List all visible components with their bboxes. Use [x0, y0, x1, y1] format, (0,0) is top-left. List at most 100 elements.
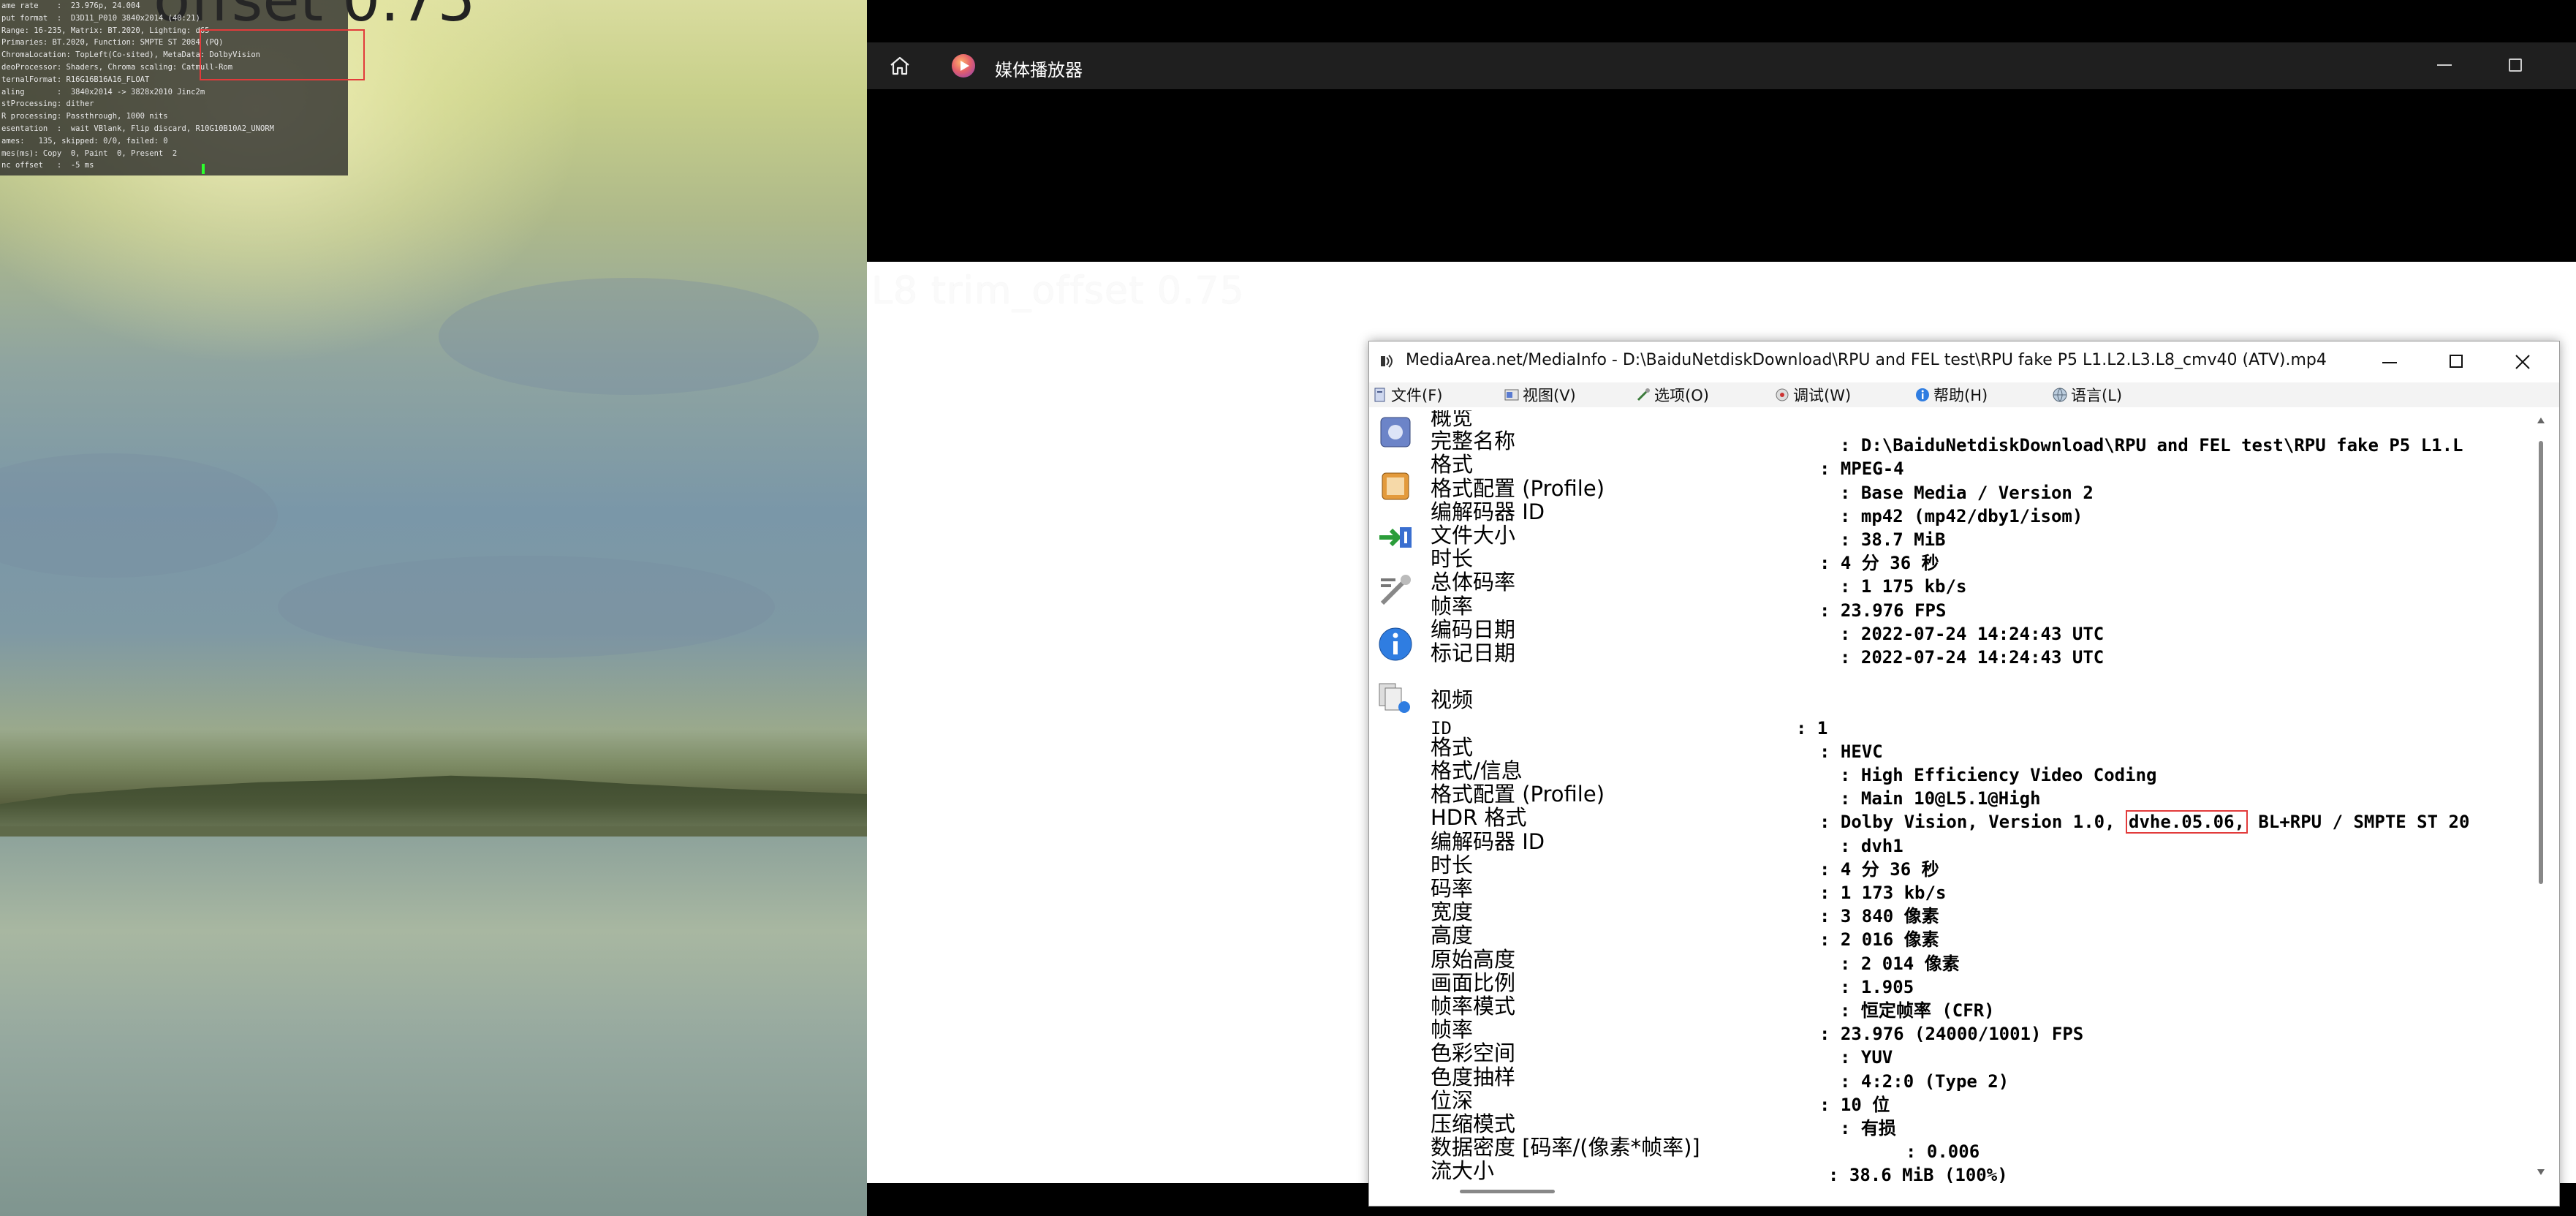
sheet-view-icon[interactable] [1375, 466, 1416, 507]
debug-line: R processing: Passthrough, 1000 nits [1, 112, 168, 121]
report-value-text: : 23.976 FPS [1819, 600, 1947, 621]
cloud [278, 556, 775, 658]
report-value: : 4 分 36 秒 [1819, 858, 1939, 881]
shoreline [0, 826, 867, 837]
report-value-text: : 4 分 36 秒 [1819, 858, 1939, 880]
debug-line: ames: 135, skipped: 0/0, failed: 0 [1, 136, 168, 146]
debug-line: stProcessing: dither [1, 99, 94, 109]
report-value-text: : 38.6 MiB (100%) [1828, 1165, 2008, 1185]
menu-file[interactable]: 文件(F) [1372, 385, 1442, 404]
report-value: : 3 840 像素 [1819, 905, 1939, 928]
report-key: 格式 [1431, 452, 1474, 477]
report-value: : 38.6 MiB (100%) [1828, 1163, 2008, 1185]
report-value: : 4 分 36 秒 [1819, 551, 1939, 575]
minimize-button[interactable] [2437, 64, 2452, 66]
scroll-down-arrow[interactable] [2537, 1169, 2545, 1175]
report-key: 画面比例 [1431, 970, 1516, 995]
export-icon[interactable] [1375, 517, 1416, 558]
language-icon [2053, 388, 2067, 402]
mediainfo-title: MediaArea.net/MediaInfo - D:\BaiduNetdis… [1406, 351, 2327, 369]
about-icon[interactable] [1375, 624, 1416, 665]
report-key: 编解码器 ID [1431, 828, 1545, 854]
section-title: 视频 [1431, 687, 1474, 713]
cloud [0, 453, 278, 578]
debug-line: put format : D3D11_P010 3840x2014 (40:21… [1, 13, 200, 23]
report-value: : 恒定帧率 (CFR) [1840, 999, 1995, 1022]
debug-highlight-box [200, 29, 365, 80]
report-key: 格式 [1431, 734, 1474, 760]
mediainfo-app-icon [1381, 355, 1393, 368]
report-value-text: : 1.905 [1840, 976, 1914, 997]
report-value-text: : 1 [1796, 717, 1828, 739]
menu-debug[interactable]: 调试(W) [1774, 385, 1851, 404]
report-value-text: : 恒定帧率 (CFR) [1840, 1000, 1995, 1021]
player-title: 媒体播放器 [995, 60, 1083, 80]
horizontal-scrollbar[interactable] [1460, 1190, 1555, 1193]
report-value: : dvh1 [1840, 834, 1903, 858]
close-icon[interactable] [2514, 353, 2531, 371]
report-value-text: : 4 分 36 秒 [1819, 553, 1939, 574]
report-key: 标记日期 [1431, 641, 1516, 665]
report-key: 帧率 [1431, 593, 1474, 619]
player-titlebar[interactable]: 媒体播放器 [867, 42, 2576, 89]
menu-help[interactable]: 帮助(H) [1914, 385, 1988, 404]
desktop-background [0, 0, 867, 1216]
report-key: 格式配置 (Profile) [1431, 475, 1605, 501]
report-value: : D:\BaiduNetdiskDownload\RPU and FEL te… [1840, 434, 2463, 457]
report-value-text: : 23.976 (24000/1001) FPS [1819, 1024, 2084, 1045]
menu-help-label: 帮助(H) [1933, 387, 1988, 404]
report-key: 完整名称 [1431, 428, 1516, 454]
preferences-icon[interactable] [1375, 571, 1416, 612]
report-key: 压缩模式 [1431, 1111, 1516, 1136]
menu-language[interactable]: 语言(L) [2052, 385, 2122, 404]
report-value-text: : 1 175 kb/s [1840, 576, 1967, 597]
report-value: : 1 175 kb/s [1840, 575, 1966, 598]
report-value: : 10 位 [1819, 1093, 1890, 1117]
mediainfo-titlebar[interactable]: MediaArea.net/MediaInfo - D:\BaiduNetdis… [1369, 341, 2559, 382]
debug-line: mes(ms): Copy 0, Paint 0, Present 2 [1, 148, 178, 158]
mediainfo-sidebar [1369, 407, 1425, 1182]
renderer-debug-overlay: ame rate : 23.976p, 24.004 put format : D… [0, 0, 348, 175]
debug-line: aling : 3840x2014 -> 3828x2010 Jinc2m [1, 87, 205, 97]
report-value: : 2022-07-24 14:24:43 UTC [1840, 646, 2104, 669]
menu-options-label: 选项(O) [1654, 387, 1709, 404]
mediainfo-menubar: 文件(F) 视图(V) 选项(O) 调试(W) 帮助(H) 语言(L) [1369, 382, 2559, 407]
scroll-up-arrow[interactable] [2537, 418, 2545, 423]
debug-line: esentation : wait VBlank, Flip discard, … [1, 124, 274, 133]
report-key: 格式配置 (Profile) [1431, 782, 1605, 807]
report-value: : 23.976 (24000/1001) FPS [1819, 1022, 2083, 1046]
report-key: 格式/信息 [1431, 758, 1523, 783]
report-value: : 4:2:0 (Type 2) [1840, 1070, 2009, 1093]
debug-cursor [202, 164, 205, 174]
report-value-text: : 2 014 像素 [1840, 953, 1960, 974]
report-key: 时长 [1431, 852, 1474, 877]
report-value: : 1 [1796, 717, 1827, 740]
open-folder-icon[interactable] [1375, 676, 1416, 717]
report-value: : 2 014 像素 [1840, 952, 1960, 975]
report-key: 码率 [1431, 876, 1474, 901]
help-icon [1916, 388, 1929, 401]
minimize-button[interactable] [2382, 362, 2397, 363]
report-value-text: : 38.7 MiB [1840, 529, 1946, 550]
mediainfo-report: 概览 完整名称: D:\BaiduNetdiskDownload\RPU and … [1431, 410, 2536, 1185]
view-icon [1504, 389, 1519, 401]
menu-view[interactable]: 视图(V) [1504, 385, 1576, 404]
report-key: 色彩空间 [1431, 1041, 1516, 1066]
report-value-tail: BL+RPU / SMPTE ST 20 [2247, 812, 2470, 833]
menu-options[interactable]: 选项(O) [1635, 385, 1709, 404]
report-value: : mp42 (mp42/dby1/isom) [1840, 505, 2083, 528]
menu-view-label: 视图(V) [1523, 387, 1576, 404]
basic-view-icon[interactable] [1375, 412, 1416, 453]
highlighted-profile: dvhe.05.06, [2126, 810, 2248, 834]
hills [0, 775, 867, 834]
report-key: 时长 [1431, 546, 1474, 572]
report-value-text: : Dolby Vision, Version 1.0, [1819, 812, 2126, 833]
home-icon[interactable] [889, 56, 911, 76]
maximize-button[interactable] [2509, 58, 2522, 72]
maximize-button[interactable] [2450, 355, 2463, 368]
vertical-scrollbar[interactable] [2539, 441, 2543, 884]
report-value-text: : Main 10@L5.1@High [1840, 788, 2041, 809]
file-icon [1374, 388, 1385, 402]
report-value: : High Efficiency Video Coding [1840, 763, 2156, 787]
mediainfo-window: MediaArea.net/MediaInfo - D:\BaiduNetdis… [1368, 341, 2560, 1206]
